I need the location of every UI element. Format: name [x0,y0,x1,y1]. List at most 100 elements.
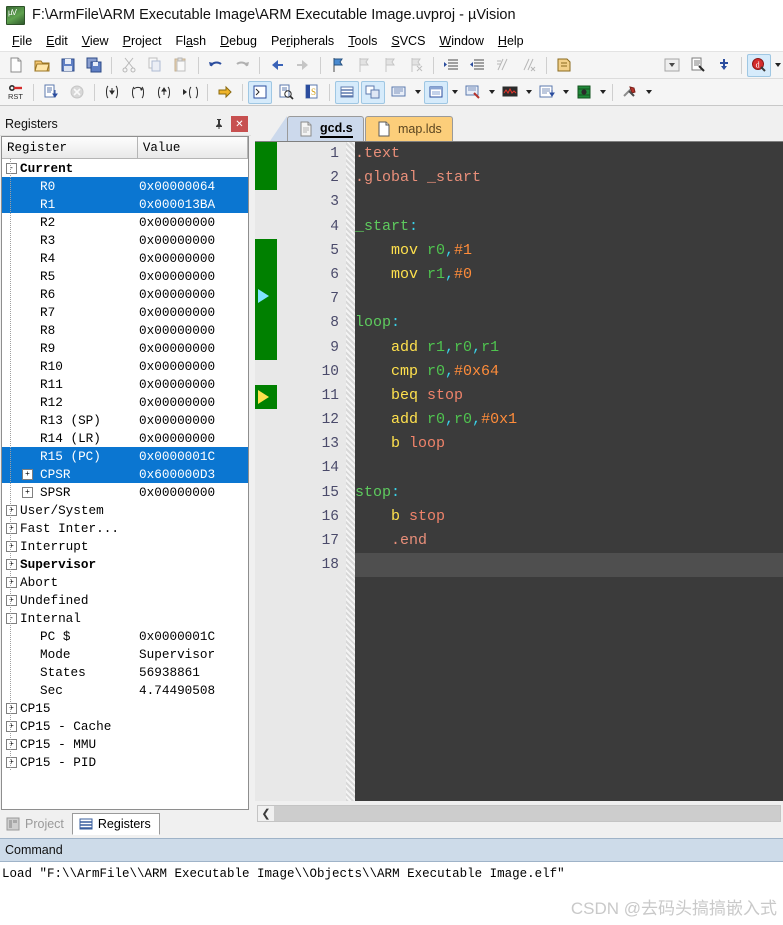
register-row[interactable]: + User/System [2,501,248,519]
open-folder-doc-icon[interactable] [552,54,576,77]
code-view[interactable]: 1 2 3 4 5 6 7 8 9 10 11 12 13 14 15 16 17 18 .text .global… [255,141,783,801]
memory-dropdown-icon[interactable] [449,82,460,103]
cut-icon[interactable] [117,54,141,77]
column-header-value[interactable]: Value [137,137,248,158]
tree-expand-icon[interactable]: + [22,487,33,498]
tree-expand-icon[interactable]: + [6,595,17,606]
register-row[interactable]: + Supervisor [2,555,248,573]
column-header-register[interactable]: Register [2,137,138,158]
outdent-icon[interactable] [465,54,489,77]
system-viewer-dropdown-icon[interactable] [597,82,608,103]
close-icon[interactable]: ✕ [231,116,248,132]
tree-expand-icon[interactable]: + [6,757,17,768]
register-row[interactable]: R12 0x00000000 [2,393,248,411]
register-row[interactable]: + CP15 [2,699,248,717]
register-row[interactable]: - Internal [2,609,248,627]
tree-expand-icon[interactable]: + [6,559,17,570]
register-row[interactable]: States 56938861 [2,663,248,681]
bookmark-prev-icon[interactable] [352,54,376,77]
analysis-window-icon[interactable] [498,81,522,104]
new-file-icon[interactable] [4,54,28,77]
tree-expand-icon[interactable]: + [6,505,17,516]
undo-icon[interactable] [204,54,228,77]
register-row[interactable]: R14 (LR) 0x00000000 [2,429,248,447]
symbol-window-icon[interactable]: S [300,81,324,104]
scrollbar-thumb[interactable] [274,806,780,821]
register-row[interactable]: + SPSR 0x00000000 [2,483,248,501]
step-into-icon[interactable] [100,81,124,104]
register-row[interactable]: R7 0x00000000 [2,303,248,321]
bookmark-toggle-icon[interactable] [326,54,350,77]
show-next-statement-icon[interactable] [213,81,237,104]
menu-window[interactable]: Window [432,32,490,50]
start-stop-debug-icon[interactable]: d [747,53,771,77]
dock-tab-project[interactable]: Project [0,813,72,835]
run-to-cursor-icon[interactable] [178,81,202,104]
menu-view[interactable]: View [75,32,116,50]
save-icon[interactable] [56,54,80,77]
serial-dropdown-icon[interactable] [486,82,497,103]
run-icon[interactable] [39,81,63,104]
code-line[interactable]: .text [355,142,783,166]
tree-expand-icon[interactable]: + [6,577,17,588]
register-row[interactable]: R10 0x00000000 [2,357,248,375]
step-out-icon[interactable] [152,81,176,104]
memory-window-icon[interactable] [424,80,448,104]
code-text[interactable]: .text .global _start _start: mov r0,#1 mo… [355,142,783,801]
tab-map-lds[interactable]: map.lds [365,116,453,141]
menu-help[interactable]: Help [491,32,531,50]
tree-expand-icon[interactable]: + [6,739,17,750]
register-row[interactable]: + CPSR 0x600000D3 [2,465,248,483]
trace-window-icon[interactable] [535,81,559,104]
editor-gutter[interactable] [255,142,300,801]
pin-icon[interactable] [210,116,227,133]
registers-window-icon[interactable] [335,80,359,104]
horizontal-scrollbar[interactable]: ❮ [257,805,781,822]
code-line[interactable]: .global _start [355,166,783,190]
menu-project[interactable]: Project [116,32,169,50]
debug-dropdown-icon[interactable] [772,55,783,76]
tree-expand-icon[interactable]: + [6,541,17,552]
menu-flash[interactable]: Flash [169,32,214,50]
register-row[interactable]: R3 0x00000000 [2,231,248,249]
find-in-files-icon[interactable] [712,54,736,77]
code-line[interactable]: _start: [355,215,783,239]
indent-icon[interactable] [439,54,463,77]
tree-collapse-icon[interactable]: - [6,613,17,624]
target-options-icon[interactable] [686,54,710,77]
tree-expand-icon[interactable]: + [6,703,17,714]
toolbox-dropdown-icon[interactable] [643,82,654,103]
register-row[interactable]: R13 (SP) 0x00000000 [2,411,248,429]
register-row[interactable]: + CP15 - MMU [2,735,248,753]
register-row[interactable]: - Current [2,159,248,177]
register-row[interactable]: R5 0x00000000 [2,267,248,285]
command-window-icon[interactable] [248,80,272,104]
dock-tab-registers[interactable]: Registers [71,813,160,835]
tab-gcd-s[interactable]: gcd.s [287,116,364,141]
code-line[interactable]: stop: [355,481,783,505]
trace-dropdown-icon[interactable] [560,82,571,103]
toolbox-icon[interactable] [618,81,642,104]
code-line[interactable]: mov r1,#0 [355,263,783,287]
serial-window-icon[interactable] [461,81,485,104]
paste-icon[interactable] [169,54,193,77]
reset-cpu-icon[interactable]: RST [4,81,28,104]
register-row[interactable]: R1 0x000013BA [2,195,248,213]
chevron-left-icon[interactable]: ❮ [258,806,274,821]
tree-expand-icon[interactable]: + [6,721,17,732]
code-line[interactable]: cmp r0,#0x64 [355,360,783,384]
disassembly-window-icon[interactable] [274,81,298,104]
register-row[interactable]: R15 (PC) 0x0000001C [2,447,248,465]
register-row[interactable]: R4 0x00000000 [2,249,248,267]
combo-dropdown-icon[interactable] [660,54,684,77]
register-row[interactable]: R8 0x00000000 [2,321,248,339]
call-stack-window-icon[interactable] [361,80,385,104]
command-output[interactable]: Load "F:\\ArmFile\\ARM Executable Image\… [0,862,783,925]
register-row[interactable]: Sec 4.74490508 [2,681,248,699]
code-line[interactable]: add r1,r0,r1 [355,336,783,360]
code-line[interactable]: b loop [355,432,783,456]
tree-collapse-icon[interactable]: - [6,163,17,174]
menu-tools[interactable]: Tools [341,32,384,50]
register-row[interactable]: + Fast Inter... [2,519,248,537]
comment-icon[interactable] [491,54,515,77]
